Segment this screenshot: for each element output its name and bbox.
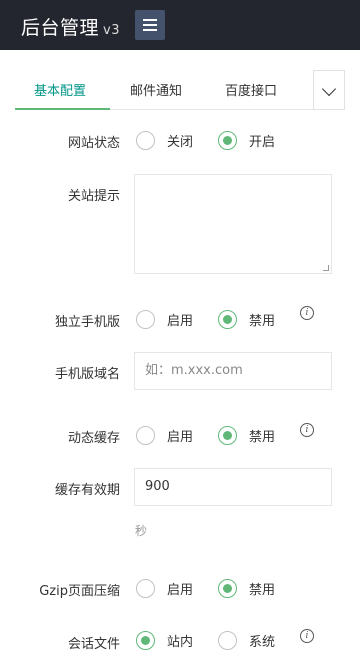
radio-label: 禁用 xyxy=(249,430,276,445)
close-notice-label: 关站提示 xyxy=(67,189,120,204)
cache-ttl-input[interactable]: 900 xyxy=(134,468,332,506)
radio-label: 开启 xyxy=(249,135,276,150)
gzip-enable-radio[interactable]: 启用 xyxy=(136,579,193,598)
radio-label: 系统 xyxy=(249,635,276,650)
dynamic-cache-label: 动态缓存 xyxy=(67,431,120,446)
radio-circle-icon xyxy=(136,131,155,150)
info-icon[interactable]: i xyxy=(300,629,314,643)
dynamic-cache-enable-radio[interactable]: 启用 xyxy=(136,426,193,445)
app-title-text: 后台管理 xyxy=(21,17,100,39)
site-status-on-radio[interactable]: 开启 xyxy=(218,131,275,150)
radio-label: 启用 xyxy=(167,583,194,598)
resize-grip-icon[interactable] xyxy=(323,265,329,271)
session-file-site-radio[interactable]: 站内 xyxy=(136,631,193,650)
radio-checked-icon xyxy=(218,579,237,598)
mobile-site-enable-radio[interactable]: 启用 xyxy=(136,310,193,329)
cache-ttl-label: 缓存有效期 xyxy=(54,483,120,498)
radio-circle-icon xyxy=(218,631,237,650)
radio-checked-icon xyxy=(136,631,155,650)
radio-label: 站内 xyxy=(167,635,194,650)
radio-label: 禁用 xyxy=(249,314,276,329)
tab-baidu-api[interactable]: 百度接口 xyxy=(225,80,277,99)
radio-circle-icon xyxy=(136,310,155,329)
top-bar: 后台管理 v3 xyxy=(0,0,360,50)
session-file-label: 会话文件 xyxy=(67,637,120,652)
radio-label: 关闭 xyxy=(167,135,194,150)
dynamic-cache-disable-radio[interactable]: 禁用 xyxy=(218,426,275,445)
close-notice-textarea[interactable] xyxy=(134,174,332,274)
radio-checked-icon xyxy=(218,426,237,445)
mobile-site-label: 独立手机版 xyxy=(54,315,120,330)
mobile-domain-input[interactable]: 如：m.xxx.com xyxy=(134,352,332,390)
mobile-domain-label: 手机版域名 xyxy=(54,367,120,382)
app-title: 后台管理 v3 xyxy=(21,13,120,40)
gzip-disable-radio[interactable]: 禁用 xyxy=(218,579,275,598)
site-status-off-radio[interactable]: 关闭 xyxy=(136,131,193,150)
hamburger-icon[interactable] xyxy=(135,10,165,40)
tab-email-notify[interactable]: 邮件通知 xyxy=(130,80,182,99)
tab-basic-config[interactable]: 基本配置 xyxy=(34,80,86,99)
session-file-system-radio[interactable]: 系统 xyxy=(218,631,275,650)
cache-ttl-unit: 秒 xyxy=(135,524,148,538)
radio-circle-icon xyxy=(136,579,155,598)
info-icon[interactable]: i xyxy=(300,306,314,320)
gzip-label: Gzip页面压缩 xyxy=(39,584,120,599)
app-version: v3 xyxy=(103,23,120,38)
tab-bar: 基本配置 邮件通知 百度接口 xyxy=(15,70,345,110)
active-tab-indicator xyxy=(15,108,110,110)
radio-checked-icon xyxy=(218,131,237,150)
chevron-down-icon xyxy=(321,81,337,97)
mobile-site-disable-radio[interactable]: 禁用 xyxy=(218,310,275,329)
tab-more-button[interactable] xyxy=(313,70,345,110)
radio-label: 启用 xyxy=(167,430,194,445)
radio-label: 禁用 xyxy=(249,583,276,598)
site-status-label: 网站状态 xyxy=(67,136,120,151)
radio-circle-icon xyxy=(136,426,155,445)
radio-label: 启用 xyxy=(167,314,194,329)
radio-checked-icon xyxy=(218,310,237,329)
info-icon[interactable]: i xyxy=(300,423,314,437)
